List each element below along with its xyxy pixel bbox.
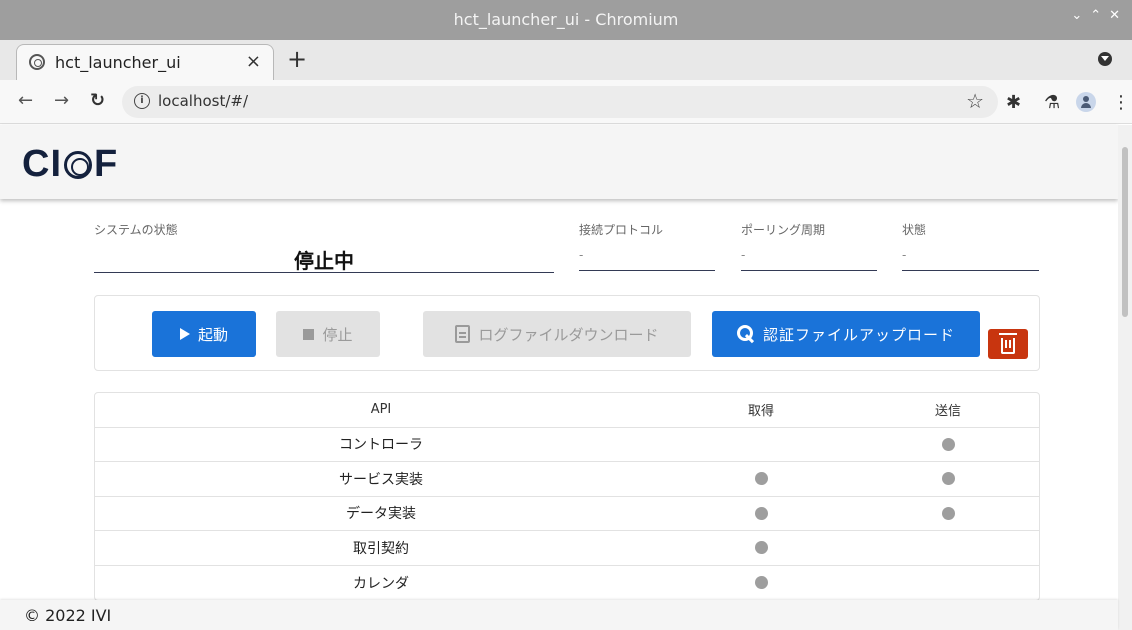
send-cell	[855, 497, 1041, 531]
play-icon	[179, 328, 190, 340]
start-button[interactable]: 起動	[152, 311, 256, 357]
tab-search-icon[interactable]	[1098, 52, 1112, 66]
system-state-value: 停止中	[294, 249, 354, 273]
protocol-label: 接続プロトコル	[579, 223, 664, 237]
stop-button-label: 停止	[322, 325, 353, 344]
table-header-row: API 取得 送信	[95, 393, 1039, 428]
document-icon	[455, 325, 471, 343]
site-info-icon[interactable]: i	[134, 93, 150, 109]
forward-icon[interactable]: →	[54, 90, 69, 111]
send-cell	[855, 566, 1041, 601]
get-cell	[667, 531, 855, 565]
protocol-field: 接続プロトコル -	[579, 221, 715, 271]
page-scrollbar[interactable]	[1118, 125, 1132, 630]
log-download-button[interactable]: ログファイルダウンロード	[423, 311, 691, 357]
labs-flask-icon[interactable]: ⚗	[1044, 92, 1060, 113]
api-name-cell: カレンダ	[353, 575, 409, 592]
get-status-dot-icon	[754, 472, 768, 486]
bookmark-star-icon[interactable]: ☆	[966, 89, 984, 113]
send-status-dot-icon	[941, 506, 955, 520]
polling-field: ポーリング周期 -	[741, 221, 877, 271]
state-value: -	[902, 248, 907, 262]
table-row: カレンダ	[95, 566, 1039, 601]
cert-upload-button[interactable]: 認証ファイルアップロード	[712, 311, 980, 357]
url-text[interactable]: localhost/#/	[158, 92, 248, 110]
system-state-label: システムの状態	[94, 223, 178, 237]
tab-close-icon[interactable]: ×	[246, 51, 261, 72]
api-name-cell: 取引契約	[353, 540, 409, 557]
browser-menu-icon[interactable]: ⋮	[1112, 92, 1130, 113]
header-get: 取得	[747, 404, 774, 420]
state-field: 状態 -	[902, 221, 1039, 271]
extensions-icon[interactable]: ✱	[1006, 92, 1021, 113]
table-row: 取引契約	[95, 531, 1039, 566]
get-cell	[667, 462, 855, 496]
state-label: 状態	[902, 223, 927, 237]
start-button-label: 起動	[197, 325, 228, 344]
control-panel: 起動 停止 ログファイルダウンロード 認証ファイルアップロード	[94, 295, 1040, 371]
send-status-dot-icon	[941, 437, 955, 451]
api-table: API 取得 送信 コントローラ サービス実装 データ実装取引契約カレンダ	[94, 392, 1040, 601]
window-title: hct_launcher_ui - Chromium	[453, 10, 679, 29]
table-row: コントローラ	[95, 428, 1041, 462]
header-send: 送信	[934, 404, 961, 420]
stop-button[interactable]: 停止	[276, 311, 380, 357]
copyright-text: © 2022 IVI	[24, 606, 112, 625]
send-cell	[855, 428, 1041, 462]
get-cell	[667, 497, 855, 531]
get-status-dot-icon	[754, 541, 768, 555]
scrollbar-thumb[interactable]	[1122, 147, 1128, 317]
tab-title: hct_launcher_ui	[55, 53, 181, 72]
tab-strip: hct_launcher_ui ×	[0, 40, 1132, 80]
delete-button[interactable]	[988, 329, 1028, 359]
send-cell	[855, 462, 1041, 496]
window-controls[interactable]: ⌄⌃✕	[1071, 8, 1128, 23]
trash-icon	[999, 333, 1017, 354]
app-footer: © 2022 IVI	[0, 600, 1118, 630]
protocol-value: -	[579, 248, 584, 262]
reload-icon[interactable]: ↻	[90, 90, 105, 111]
api-name-cell: サービス実装	[339, 471, 423, 488]
system-state-field: システムの状態 停止中	[94, 221, 554, 273]
polling-value: -	[741, 248, 746, 262]
get-status-dot-icon	[754, 506, 768, 520]
cief-logo: CI F	[22, 143, 119, 185]
cert-upload-label: 認証ファイルアップロード	[762, 325, 955, 344]
get-cell	[667, 428, 855, 462]
back-icon[interactable]: ←	[18, 90, 33, 111]
profile-avatar-icon[interactable]	[1076, 92, 1096, 112]
window-title-bar: hct_launcher_ui - Chromium ⌄⌃✕	[0, 0, 1132, 40]
get-status-dot-icon	[754, 576, 768, 590]
address-bar[interactable]: i localhost/#/ ☆	[122, 86, 998, 118]
stop-icon	[303, 328, 315, 340]
send-status-dot-icon	[941, 472, 955, 486]
table-row: データ実装	[95, 497, 1041, 531]
header-api: API	[370, 402, 392, 418]
key-icon	[736, 325, 755, 343]
favicon-icon	[29, 54, 45, 70]
api-name-cell: コントローラ	[339, 437, 423, 454]
polling-label: ポーリング周期	[741, 223, 826, 237]
api-name-cell: データ実装	[346, 506, 416, 523]
log-download-label: ログファイルダウンロード	[478, 325, 659, 344]
app-header: CI F	[0, 125, 1118, 199]
send-cell	[855, 531, 1041, 565]
browser-tab[interactable]: hct_launcher_ui ×	[16, 44, 274, 80]
get-cell	[667, 566, 855, 601]
table-row: サービス実装	[95, 462, 1039, 497]
new-tab-button[interactable]: +	[287, 44, 307, 74]
